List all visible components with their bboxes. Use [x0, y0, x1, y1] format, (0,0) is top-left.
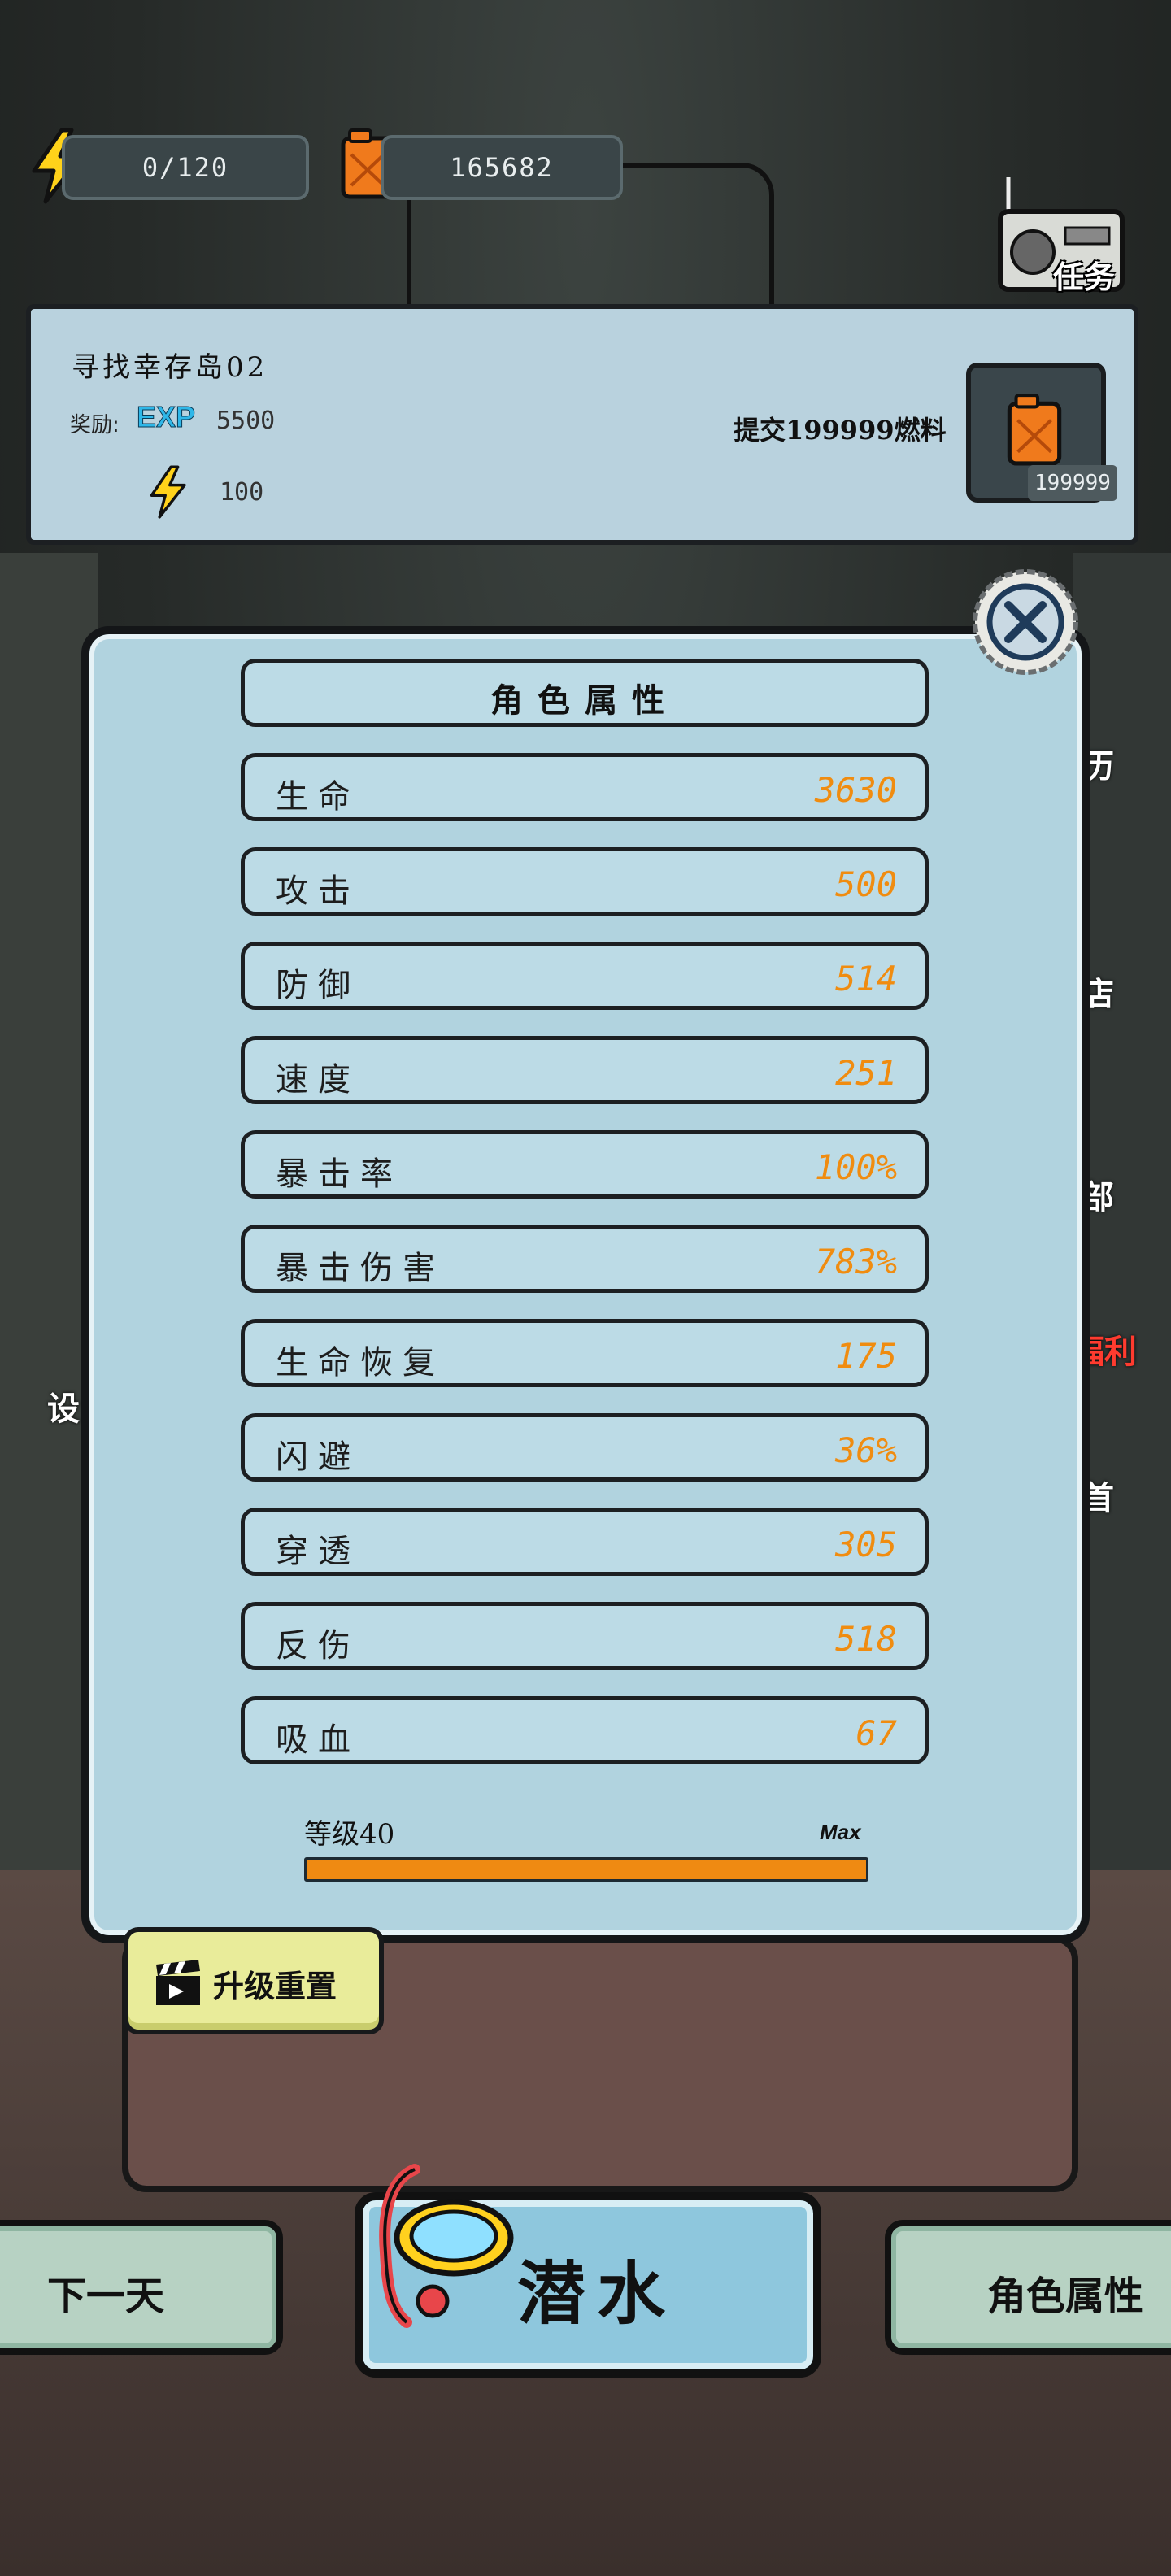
stat-name: 闪避: [276, 1438, 360, 1476]
quest-panel: 寻找幸存岛02 奖励: EXP 5500 100 提交199999燃料 1999…: [26, 304, 1138, 545]
stat-name: 反伤: [276, 1627, 360, 1664]
stat-name: 生命: [276, 778, 360, 816]
stat-row: 攻击 500: [241, 847, 929, 916]
quest-submit-text: 提交199999燃料: [734, 415, 947, 446]
quest-energy-value: 100: [220, 478, 264, 507]
quest-slot-count: 199999: [1028, 465, 1117, 501]
exp-badge-icon: EXP: [136, 400, 196, 434]
stat-name: 穿透: [276, 1533, 360, 1570]
stat-row: 吸血 67: [241, 1696, 929, 1764]
stat-value: 783%: [814, 1242, 897, 1281]
attributes-nav-button[interactable]: 角色属性: [885, 2220, 1171, 2355]
energy-value: 0/120: [141, 152, 229, 183]
stat-value: 67: [855, 1713, 897, 1753]
quest-energy-icon: [150, 465, 186, 519]
energy-counter: 0/120: [62, 135, 309, 200]
level-progress-bar: [304, 1857, 868, 1882]
quest-exp-value: 5500: [216, 407, 276, 435]
stat-name: 攻击: [276, 872, 360, 910]
stat-row: 生命 3630: [241, 753, 929, 821]
upgrade-reset-label: 升级重置: [213, 1969, 337, 2004]
stat-name: 暴击率: [276, 1155, 403, 1193]
dive-label: 潜水: [517, 2254, 677, 2334]
stat-row: 闪避 36%: [241, 1413, 929, 1482]
stat-name: 暴击伤害: [276, 1250, 445, 1287]
stat-row: 反伤 518: [241, 1602, 929, 1670]
stat-row: 防御 514: [241, 942, 929, 1010]
attribute-title-bar: 角色属性: [241, 659, 929, 727]
stat-row: 暴击伤害 783%: [241, 1225, 929, 1293]
next-day-button[interactable]: 下一天: [0, 2220, 283, 2355]
diving-mask-icon: [379, 2164, 514, 2328]
fuel-value: 165682: [450, 152, 554, 183]
quest-reward-label: 奖励:: [70, 413, 120, 437]
stat-name: 吸血: [276, 1721, 360, 1759]
attribute-title: 角色属性: [490, 681, 679, 720]
stat-value: 518: [835, 1619, 897, 1659]
next-day-label: 下一天: [47, 2274, 165, 2319]
level-max-label: Max: [820, 1820, 861, 1844]
level-label: 等级40: [304, 1818, 395, 1851]
quest-title: 寻找幸存岛02: [72, 351, 268, 384]
stat-value: 305: [835, 1525, 897, 1564]
stat-name: 生命恢复: [276, 1344, 445, 1382]
stat-row: 暴击率 100%: [241, 1130, 929, 1199]
fuel-counter: 165682: [381, 135, 623, 200]
stat-value: 100%: [814, 1147, 897, 1187]
background-label-left-1: 设: [47, 1390, 80, 1428]
fuel-can-icon: [1007, 394, 1062, 466]
stat-value: 251: [835, 1053, 897, 1093]
task-label[interactable]: 任务: [1053, 252, 1115, 297]
stat-value: 36%: [835, 1430, 897, 1470]
stat-row: 生命恢复 175: [241, 1319, 929, 1387]
stat-name: 速度: [276, 1061, 360, 1099]
stat-value: 3630: [814, 770, 897, 810]
close-icon[interactable]: [968, 564, 1083, 680]
clapperboard-icon: [156, 1960, 200, 2005]
level-progress-fill: [307, 1860, 866, 1879]
stat-value: 500: [835, 864, 897, 904]
stat-name: 防御: [276, 967, 360, 1004]
stat-value: 514: [835, 959, 897, 999]
attributes-nav-label: 角色属性: [987, 2274, 1144, 2319]
stat-value: 175: [835, 1336, 897, 1376]
stat-row: 速度 251: [241, 1036, 929, 1104]
upgrade-reset-button[interactable]: 升级重置: [124, 1927, 384, 2034]
stat-row: 穿透 305: [241, 1508, 929, 1576]
